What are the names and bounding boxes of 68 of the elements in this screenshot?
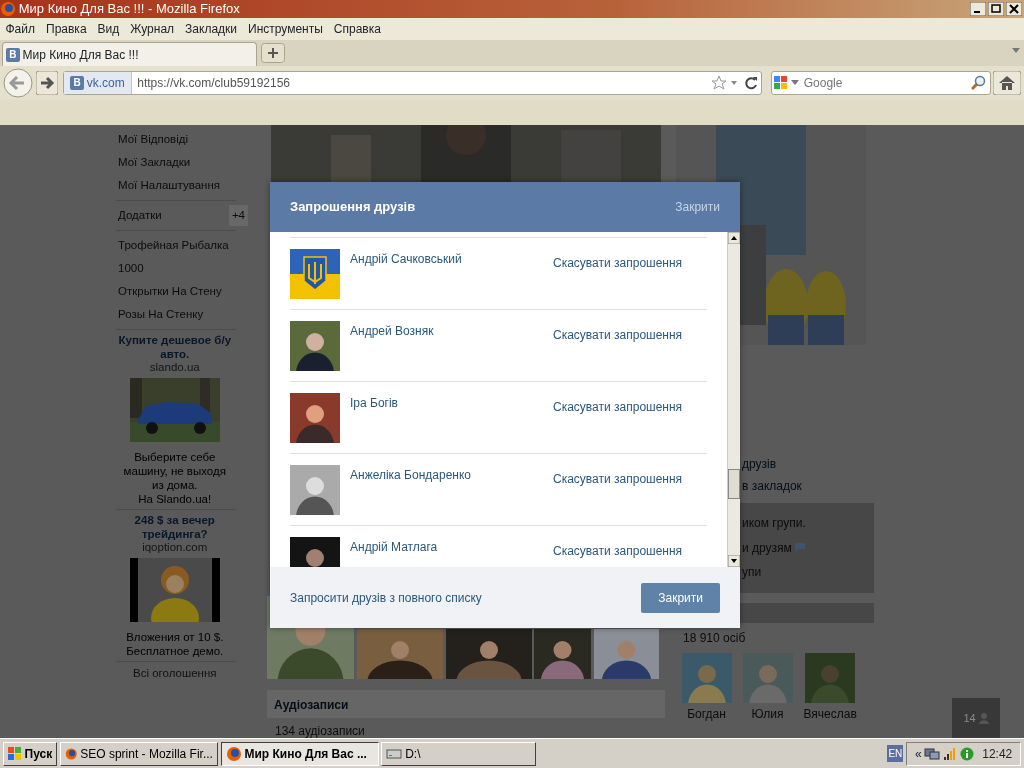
url-text: https://vk.com/club59192156 — [137, 75, 292, 92]
browser-tab[interactable]: B Мир Кино Для Вас !!! — [2, 42, 257, 66]
menu-item[interactable]: Инструменты — [248, 20, 323, 38]
person-name[interactable]: Андрій Сачковський — [350, 250, 553, 309]
network-icon[interactable] — [924, 746, 941, 761]
invite-link[interactable]: Запросити друзів з повного списку — [290, 588, 482, 607]
dialog-title: Запрошення друзів — [290, 198, 416, 217]
menu-item[interactable]: Файл — [5, 20, 35, 38]
home-button[interactable] — [993, 71, 1022, 95]
minimize-icon[interactable] — [970, 2, 986, 16]
start-button[interactable]: Пуск — [2, 741, 58, 766]
dropdown-caret-icon[interactable] — [791, 80, 799, 86]
menu-item[interactable]: Закладки — [185, 20, 237, 38]
person-name[interactable]: Андрій Матлага — [350, 538, 553, 567]
ad-text: Выберите себе машину, не выходя из дома. На Slando.ua! — [123, 449, 226, 506]
site-identity: vk.com — [86, 75, 125, 92]
search-icon[interactable] — [970, 75, 987, 91]
count-badge: +4 — [228, 204, 248, 226]
new-tab-button[interactable] — [261, 43, 285, 63]
info-text: иком групи. — [742, 515, 806, 532]
window-title: Мир Кино Для Вас !!! - Mozilla Firefox — [18, 0, 241, 19]
scrollbar[interactable] — [727, 232, 740, 567]
person-name[interactable]: Анжеліка Бондаренко — [350, 466, 553, 525]
favicon: B — [70, 76, 84, 90]
cancel-invite-link[interactable]: Скасувати запрошення — [553, 470, 683, 525]
ad-text: Вложения от 10 $. Бесплатное демо. — [126, 629, 224, 658]
taskbar-button[interactable]: D:\ — [381, 741, 537, 766]
person-icon — [978, 712, 989, 724]
tray-expand-button[interactable]: « — [915, 744, 922, 763]
scroll-up-icon[interactable] — [728, 232, 740, 244]
person-name[interactable]: Іра Богів — [350, 394, 553, 453]
signal-icon[interactable] — [943, 746, 958, 761]
windows-logo-icon[interactable] — [7, 746, 22, 761]
forward-button[interactable] — [35, 71, 58, 95]
info-icon[interactable] — [959, 746, 974, 761]
taskbar-button[interactable]: SEO sprint - Mozilla Fir... — [59, 741, 218, 766]
search-field[interactable]: Google — [770, 71, 991, 95]
ad-domain: iqoption.com — [142, 540, 208, 554]
ad-domain: slando.ua — [149, 360, 200, 374]
menu-item[interactable]: Справка — [333, 20, 381, 38]
favicon: B — [5, 47, 20, 62]
firefox-icon — [0, 1, 16, 17]
search-input[interactable]: Google — [801, 73, 968, 93]
scroll-thumb[interactable] — [728, 469, 740, 499]
clock: 12:42 — [982, 745, 1013, 763]
close-button[interactable]: Закрити — [641, 582, 720, 613]
scroll-down-icon[interactable] — [728, 555, 740, 567]
speech-bubble-icon — [794, 543, 805, 552]
address-field[interactable]: B vk.com https://vk.com/club59192156 — [63, 71, 763, 95]
language-indicator[interactable]: EN — [887, 745, 904, 762]
cancel-invite-link[interactable]: Скасувати запрошення — [553, 254, 683, 309]
menu-item[interactable]: Правка — [46, 20, 87, 38]
maximize-icon[interactable] — [988, 2, 1004, 16]
search-engine-icon[interactable] — [774, 76, 789, 90]
back-button[interactable] — [2, 68, 33, 98]
star-icon[interactable] — [711, 75, 728, 91]
menu-item[interactable]: Вид — [97, 20, 120, 38]
cancel-invite-link[interactable]: Скасувати запрошення — [553, 542, 683, 567]
menu-item[interactable]: Журнал — [130, 20, 175, 38]
taskbar-button[interactable]: Мир Кино Для Вас ... — [220, 741, 379, 766]
cancel-invite-link[interactable]: Скасувати запрошення — [553, 326, 683, 381]
close-icon[interactable] — [1006, 2, 1022, 16]
online-count: 14 — [963, 710, 976, 726]
tab-list-caret-icon[interactable] — [1012, 48, 1020, 54]
tab-title: Мир Кино Для Вас !!! — [22, 46, 139, 64]
cancel-invite-link[interactable]: Скасувати запрошення — [553, 398, 683, 453]
firefox-icon[interactable] — [225, 745, 242, 762]
person-name[interactable]: Андрей Возняк — [350, 322, 553, 381]
